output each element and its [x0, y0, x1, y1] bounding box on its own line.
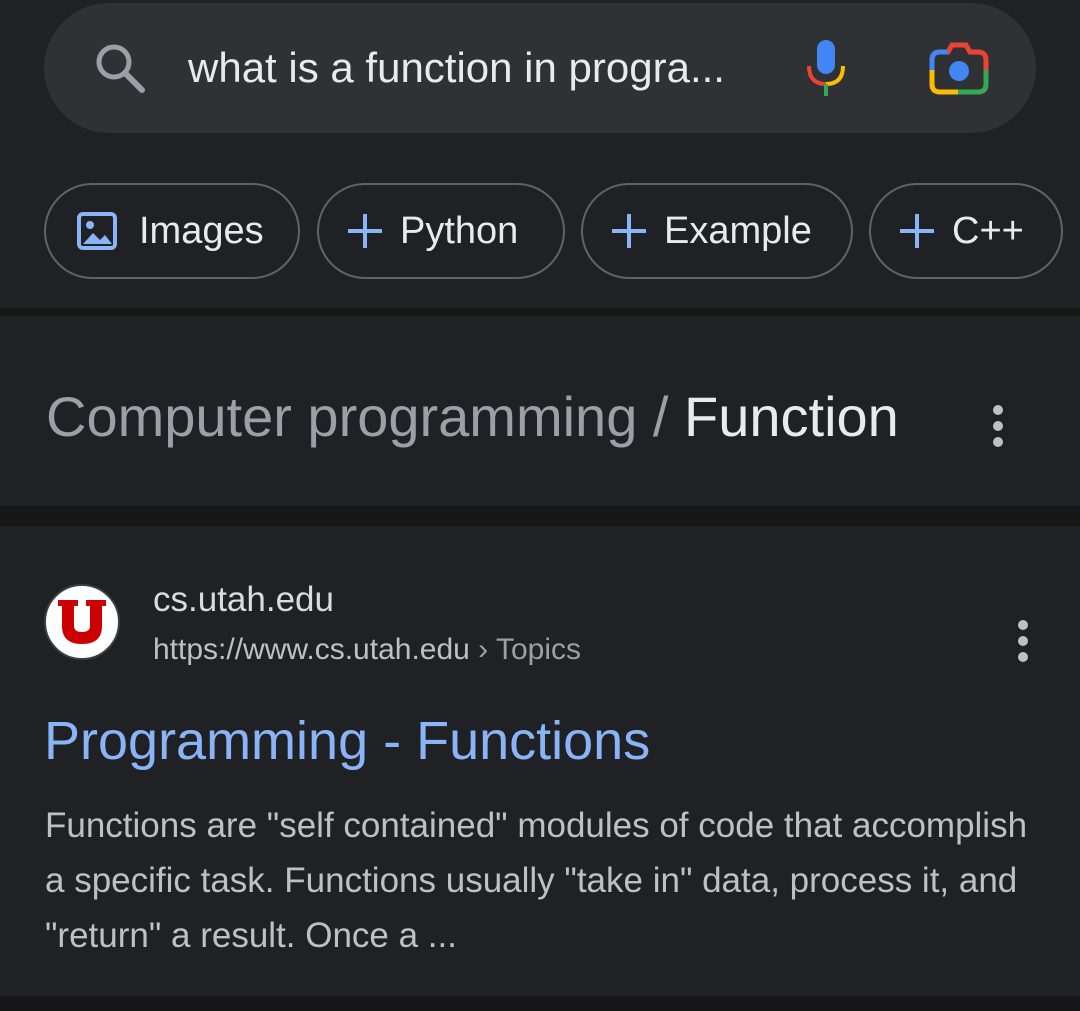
topic-breadcrumb-section: Computer programming / Function: [0, 316, 1080, 506]
search-icon[interactable]: [92, 40, 148, 96]
section-divider: [0, 506, 1080, 526]
filter-chips: Images Python Example C++: [44, 183, 1080, 283]
camera-lens-icon[interactable]: [928, 40, 990, 96]
plus-icon: [348, 214, 382, 248]
chip-example[interactable]: Example: [581, 183, 853, 279]
chip-images-label: Images: [139, 210, 264, 252]
search-input[interactable]: what is a function in progra...: [188, 38, 768, 98]
site-favicon: [44, 584, 120, 660]
university-u-logo-icon: [58, 600, 106, 644]
section-divider: [0, 996, 1080, 1011]
search-header: what is a function in progra... Images P…: [0, 0, 1080, 308]
breadcrumb-separator: /: [637, 385, 685, 448]
result-url: https://www.cs.utah.edu › Topics: [153, 630, 581, 670]
result-url-separator: ›: [469, 633, 496, 666]
breadcrumb-current: Function: [684, 385, 899, 448]
chip-cpp-label: C++: [952, 210, 1024, 252]
section-divider: [0, 308, 1080, 316]
result-snippet: Functions are "self contained" modules o…: [45, 806, 1028, 955]
breadcrumb: Computer programming / Function: [46, 382, 899, 452]
image-icon: [77, 212, 117, 250]
result-url-domain: https://www.cs.utah.edu: [153, 633, 470, 666]
chip-python-label: Python: [400, 210, 519, 252]
result-site-name: cs.utah.edu: [153, 580, 334, 619]
chip-example-label: Example: [664, 210, 812, 252]
breadcrumb-parent[interactable]: Computer programming: [46, 385, 637, 448]
chip-python[interactable]: Python: [317, 183, 565, 279]
breadcrumb-more-options-icon[interactable]: [988, 401, 1008, 451]
result-more-options-icon[interactable]: [1013, 616, 1033, 666]
chip-images[interactable]: Images: [44, 183, 300, 279]
microphone-icon[interactable]: [804, 38, 848, 98]
plus-icon: [900, 214, 934, 248]
search-result: cs.utah.edu https://www.cs.utah.edu › To…: [0, 526, 1080, 996]
plus-icon: [612, 214, 646, 248]
result-title-link[interactable]: Programming - Functions: [44, 708, 650, 774]
result-url-path: Topics: [495, 633, 582, 666]
chip-cpp[interactable]: C++: [869, 183, 1063, 279]
search-results-page: what is a function in progra... Images P…: [0, 0, 1080, 1011]
